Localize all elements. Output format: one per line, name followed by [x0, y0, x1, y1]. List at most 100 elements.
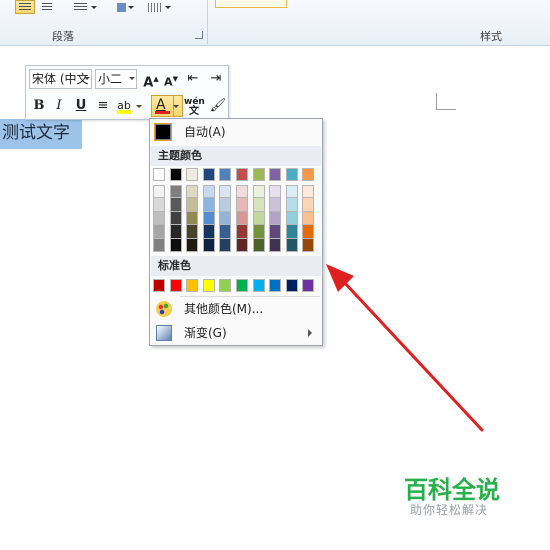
standard-color-swatch[interactable] [285, 279, 298, 292]
standard-color-swatch[interactable] [302, 279, 315, 292]
theme-color-swatch[interactable] [285, 211, 298, 226]
line-spacing-button[interactable] [70, 0, 100, 14]
theme-color-swatch[interactable] [219, 185, 232, 199]
more-colors-item[interactable]: 其他颜色(M)... [152, 298, 320, 320]
align-center-button[interactable] [15, 0, 35, 14]
standard-color-swatch[interactable] [269, 279, 282, 292]
theme-color-swatch[interactable] [252, 225, 265, 239]
theme-color-swatch[interactable] [302, 225, 315, 239]
standard-color-swatch[interactable] [219, 279, 232, 292]
phonetic-guide-button[interactable]: wén 文 [184, 96, 205, 117]
theme-color-swatch[interactable] [202, 211, 215, 226]
theme-color-swatch[interactable] [169, 198, 182, 212]
theme-color-swatch[interactable] [219, 211, 232, 226]
standard-color-swatch[interactable] [252, 279, 265, 292]
theme-color-swatch[interactable] [252, 185, 265, 199]
font-name-select[interactable]: 宋体 (中文 [29, 69, 92, 89]
center-button[interactable]: ≡ [93, 96, 113, 116]
theme-color-swatch[interactable] [186, 198, 199, 212]
theme-color-swatch[interactable] [186, 225, 199, 239]
theme-color-swatch[interactable] [302, 211, 315, 226]
theme-color-swatch[interactable] [252, 198, 265, 212]
theme-color-swatch[interactable] [202, 185, 215, 199]
theme-color-swatch[interactable] [202, 238, 215, 252]
theme-color-swatch[interactable] [285, 168, 298, 181]
theme-color-swatch[interactable] [302, 198, 315, 212]
grow-font-button[interactable]: A▲ [141, 69, 161, 90]
theme-color-swatch[interactable] [285, 225, 298, 239]
theme-color-swatch[interactable] [236, 225, 248, 239]
theme-color-swatch[interactable] [153, 225, 165, 239]
theme-color-swatch[interactable] [302, 168, 315, 181]
chevron-down-icon[interactable] [173, 105, 179, 108]
gradient-item[interactable]: 渐变(G) [152, 322, 320, 344]
theme-color-swatch[interactable] [202, 168, 215, 181]
theme-color-swatch[interactable] [219, 168, 232, 181]
bold-button[interactable]: B [29, 96, 49, 116]
standard-color-swatch[interactable] [202, 279, 215, 292]
highlight-dropdown[interactable] [134, 96, 144, 116]
style-gallery-item[interactable] [215, 0, 287, 8]
theme-color-swatch[interactable] [219, 225, 232, 239]
increase-indent-button[interactable]: ⇥ [206, 69, 226, 89]
theme-color-swatch[interactable] [219, 238, 232, 252]
theme-color-swatch[interactable] [169, 238, 182, 252]
borders-button[interactable] [144, 0, 174, 14]
theme-color-swatch[interactable] [153, 168, 165, 181]
theme-color-swatch[interactable] [153, 198, 165, 212]
format-painter-button[interactable]: 🖌 [208, 96, 228, 116]
theme-color-swatch[interactable] [169, 225, 182, 239]
theme-color-swatch[interactable] [236, 238, 248, 252]
selected-text[interactable]: 测试文字 [0, 119, 82, 149]
theme-color-swatch[interactable] [186, 211, 199, 226]
standard-color-swatch[interactable] [236, 279, 248, 292]
highlight-button[interactable]: ab [114, 96, 134, 116]
theme-color-swatch[interactable] [169, 168, 182, 181]
theme-color-swatch[interactable] [285, 238, 298, 252]
paragraph-dialog-launcher-icon[interactable] [195, 31, 203, 39]
theme-color-swatch[interactable] [169, 211, 182, 226]
font-color-button[interactable]: A [151, 95, 183, 117]
theme-color-swatch[interactable] [169, 185, 182, 199]
theme-color-swatch[interactable] [153, 185, 165, 199]
decrease-indent-button[interactable]: ⇤ [183, 69, 203, 89]
theme-color-swatch[interactable] [285, 185, 298, 199]
standard-color-swatch[interactable] [169, 279, 182, 292]
standard-color-swatch[interactable] [153, 279, 165, 292]
theme-color-swatch[interactable] [269, 211, 282, 226]
chevron-down-icon [128, 6, 134, 9]
theme-color-swatch[interactable] [269, 198, 282, 212]
justify-button[interactable] [38, 0, 56, 14]
theme-color-swatch[interactable] [153, 238, 165, 252]
automatic-color-item[interactable]: 自动(A) [152, 121, 320, 143]
theme-color-swatch[interactable] [202, 225, 215, 239]
shading-button[interactable] [113, 0, 137, 14]
theme-color-swatch[interactable] [252, 238, 265, 252]
theme-color-swatch[interactable] [186, 185, 199, 199]
italic-button[interactable]: I [49, 96, 69, 116]
theme-color-swatch[interactable] [269, 225, 282, 239]
theme-color-swatch[interactable] [252, 211, 265, 226]
shading-icon [117, 3, 126, 12]
theme-color-swatch[interactable] [186, 238, 199, 252]
theme-color-swatch[interactable] [269, 185, 282, 199]
font-size-select[interactable]: 小二 [95, 69, 137, 89]
theme-color-swatch[interactable] [236, 168, 248, 181]
theme-color-swatch[interactable] [153, 211, 165, 226]
shrink-font-button[interactable]: A▼ [161, 69, 181, 89]
theme-color-swatch[interactable] [219, 198, 232, 212]
theme-color-swatch[interactable] [269, 168, 282, 181]
underline-button[interactable]: U [71, 96, 91, 116]
theme-color-swatch[interactable] [236, 198, 248, 212]
theme-color-swatch[interactable] [269, 238, 282, 252]
standard-color-swatch[interactable] [186, 279, 199, 292]
chevron-down-icon [91, 6, 97, 9]
theme-color-swatch[interactable] [186, 168, 199, 181]
theme-color-swatch[interactable] [202, 198, 215, 212]
theme-color-swatch[interactable] [302, 185, 315, 199]
theme-color-swatch[interactable] [236, 185, 248, 199]
theme-color-swatch[interactable] [302, 238, 315, 252]
theme-color-swatch[interactable] [285, 198, 298, 212]
theme-color-swatch[interactable] [252, 168, 265, 181]
theme-color-swatch[interactable] [236, 211, 248, 226]
